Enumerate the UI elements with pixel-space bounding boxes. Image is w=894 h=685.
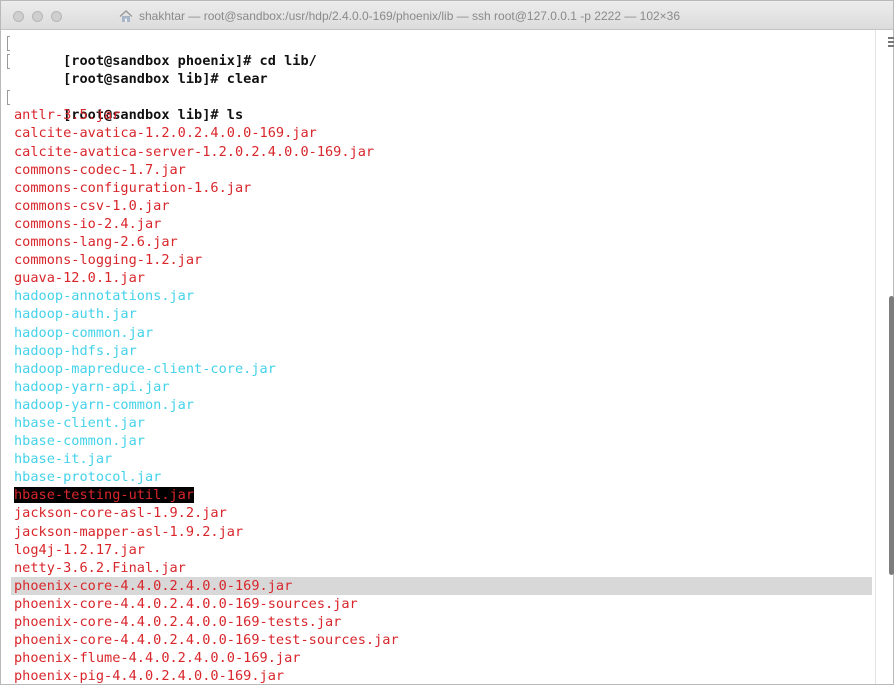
file-name: log4j-1.2.17.jar <box>14 541 145 558</box>
file-list-item: netty-3.6.2.Final.jar <box>14 559 875 577</box>
file-name: hadoop-common.jar <box>14 324 154 341</box>
file-name: antlr-3.5.jar <box>14 107 121 124</box>
file-list-item: hadoop-common.jar <box>14 324 875 342</box>
file-name: commons-codec-1.7.jar <box>14 161 186 178</box>
shell-command: clear <box>226 71 268 88</box>
prompt-marker <box>7 90 10 105</box>
file-name: netty-3.6.2.Final.jar <box>14 559 186 576</box>
file-list-item: hbase-it.jar <box>14 450 875 468</box>
file-list-item: commons-codec-1.7.jar <box>14 161 875 179</box>
file-list-item: phoenix-flume-4.4.0.2.4.0.0-169.jar <box>14 649 875 667</box>
file-list-item: jackson-core-asl-1.9.2.jar <box>14 504 875 522</box>
file-name: hbase-protocol.jar <box>14 469 162 486</box>
file-list-item: jackson-mapper-asl-1.9.2.jar <box>14 523 875 541</box>
file-name: commons-lang-2.6.jar <box>14 234 178 251</box>
file-list-item: hbase-protocol.jar <box>14 468 875 486</box>
file-list-item: log4j-1.2.17.jar <box>14 541 875 559</box>
file-name: phoenix-core-4.4.0.2.4.0.0-169.jar <box>14 577 293 594</box>
zoom-window-button[interactable] <box>51 11 62 22</box>
file-list-item: calcite-avatica-1.2.0.2.4.0.0-169.jar <box>14 124 875 142</box>
prompt-marker <box>7 36 10 51</box>
file-list-item: commons-configuration-1.6.jar <box>14 179 875 197</box>
file-name: guava-12.0.1.jar <box>14 270 145 287</box>
file-name: commons-csv-1.0.jar <box>14 197 170 214</box>
file-list-item: commons-csv-1.0.jar <box>14 197 875 215</box>
file-name: commons-configuration-1.6.jar <box>14 179 252 196</box>
file-name: calcite-avatica-1.2.0.2.4.0.0-169.jar <box>14 125 317 142</box>
file-name: hbase-it.jar <box>14 451 113 468</box>
file-list-item: phoenix-pig-4.4.0.2.4.0.0-169.jar <box>14 667 875 684</box>
prompt-marker <box>7 54 10 69</box>
scrollbar-thumb[interactable] <box>889 296 894 575</box>
file-list-item: phoenix-core-4.4.0.2.4.0.0-169-test-sour… <box>14 631 875 649</box>
file-name: phoenix-core-4.4.0.2.4.0.0-169-sources.j… <box>14 595 358 612</box>
file-list-item: guava-12.0.1.jar <box>14 269 875 287</box>
file-list-item: hadoop-yarn-api.jar <box>14 378 875 396</box>
file-list-item: hadoop-mapreduce-client-core.jar <box>14 360 875 378</box>
file-name: phoenix-pig-4.4.0.2.4.0.0-169.jar <box>14 668 285 684</box>
file-name: hadoop-yarn-common.jar <box>14 396 195 413</box>
file-name: jackson-mapper-asl-1.9.2.jar <box>14 523 244 540</box>
file-name: hadoop-hdfs.jar <box>14 342 137 359</box>
file-list-item: hbase-testing-util.jar <box>14 486 875 504</box>
terminal-window: shakhtar — root@sandbox:/usr/hdp/2.4.0.0… <box>0 0 894 685</box>
shell-command: ls <box>226 107 244 124</box>
file-list-item: phoenix-core-4.4.0.2.4.0.0-169-sources.j… <box>14 595 875 613</box>
window-title: shakhtar — root@sandbox:/usr/hdp/2.4.0.0… <box>119 7 680 25</box>
scroll-menu-icon[interactable] <box>888 37 894 47</box>
file-list-item: hadoop-hdfs.jar <box>14 342 875 360</box>
window-title-text: shakhtar — root@sandbox:/usr/hdp/2.4.0.0… <box>139 9 681 23</box>
file-name: jackson-core-asl-1.9.2.jar <box>14 505 227 522</box>
shell-command: cd lib/ <box>259 53 317 70</box>
file-list-item: hadoop-auth.jar <box>14 305 875 323</box>
file-name: commons-io-2.4.jar <box>14 215 162 232</box>
file-list-item: hadoop-yarn-common.jar <box>14 396 875 414</box>
file-list-item: commons-io-2.4.jar <box>14 215 875 233</box>
file-name: hbase-client.jar <box>14 414 145 431</box>
file-name: phoenix-flume-4.4.0.2.4.0.0-169.jar <box>14 650 301 667</box>
home-folder-icon <box>119 9 133 22</box>
close-window-button[interactable] <box>13 11 24 22</box>
file-name: hbase-common.jar <box>14 433 145 450</box>
file-list: antlr-3.5.jar calcite-avatica-1.2.0.2.4.0… <box>11 106 875 684</box>
file-name: hadoop-yarn-api.jar <box>14 378 170 395</box>
file-list-item: hbase-common.jar <box>14 432 875 450</box>
file-list-item: commons-logging-1.2.jar <box>14 251 875 269</box>
terminal-output[interactable]: [root@sandbox phoenix]# cd lib/ [root@sa… <box>1 30 875 684</box>
file-name: hbase-testing-util.jar <box>14 487 195 504</box>
file-name: phoenix-core-4.4.0.2.4.0.0-169-test-sour… <box>14 632 399 649</box>
file-name: hadoop-annotations.jar <box>14 288 195 305</box>
command-line: [root@sandbox lib]# ls <box>14 88 875 123</box>
title-bar[interactable]: shakhtar — root@sandbox:/usr/hdp/2.4.0.0… <box>1 1 893 30</box>
command-line: [root@sandbox phoenix]# cd lib/ <box>14 34 875 69</box>
shell-prompt: [root@sandbox lib]# <box>63 71 227 88</box>
file-name: hadoop-auth.jar <box>14 306 137 323</box>
file-list-item: phoenix-core-4.4.0.2.4.0.0-169.jar <box>11 576 872 595</box>
file-list-item: phoenix-core-4.4.0.2.4.0.0-169-tests.jar <box>14 613 875 631</box>
file-name: hadoop-mapreduce-client-core.jar <box>14 360 276 377</box>
file-list-item: hbase-client.jar <box>14 414 875 432</box>
file-list-item: calcite-avatica-server-1.2.0.2.4.0.0-169… <box>14 143 875 161</box>
file-name: commons-logging-1.2.jar <box>14 252 203 269</box>
vertical-scrollbar[interactable] <box>875 30 894 684</box>
file-name: calcite-avatica-server-1.2.0.2.4.0.0-169… <box>14 143 375 160</box>
file-list-item: hadoop-annotations.jar <box>14 287 875 305</box>
file-list-item: commons-lang-2.6.jar <box>14 233 875 251</box>
minimize-window-button[interactable] <box>32 11 43 22</box>
shell-prompt: [root@sandbox phoenix]# <box>63 53 260 70</box>
file-name: phoenix-core-4.4.0.2.4.0.0-169-tests.jar <box>14 614 342 630</box>
